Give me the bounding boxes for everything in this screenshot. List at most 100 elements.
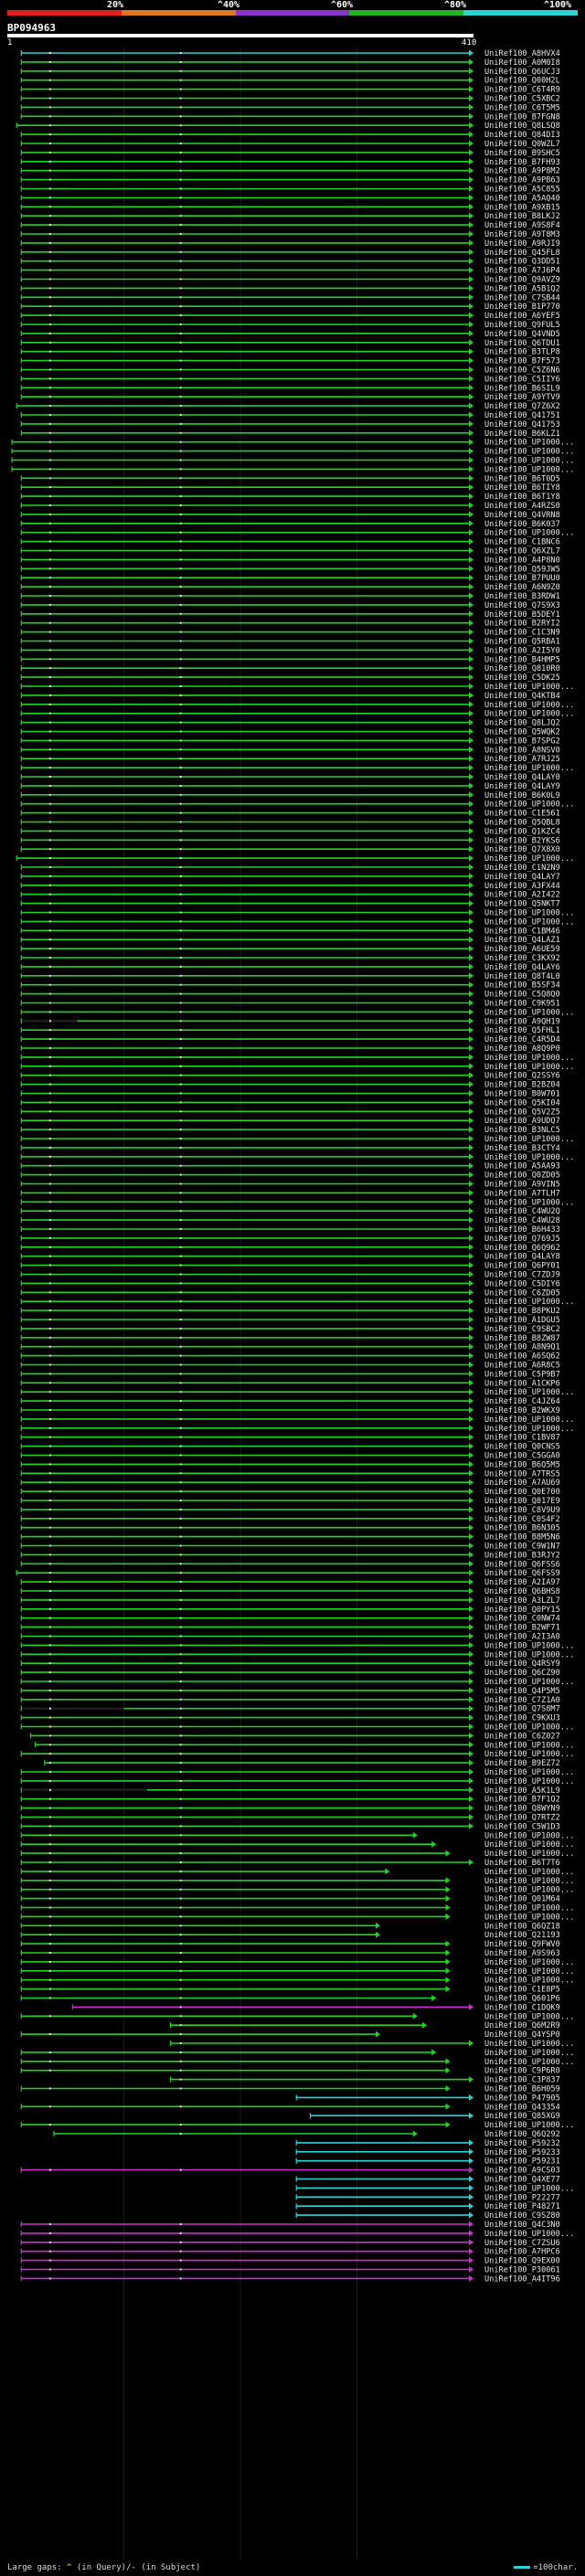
hit-row[interactable]: UniRef100_UP1000... <box>20 1153 574 1162</box>
hit-row[interactable]: UniRef100_C9K951 <box>20 1000 560 1009</box>
hit-label[interactable]: UniRef100_C6Z027 <box>484 1732 560 1741</box>
hit-label[interactable]: UniRef100_A2I5Y0 <box>484 646 560 655</box>
hit-row[interactable]: UniRef100_C9KXU3 <box>20 1714 560 1723</box>
hit-label[interactable]: UniRef100_A7AU69 <box>484 1479 560 1488</box>
hit-row[interactable]: UniRef100_P59232 <box>295 2139 560 2148</box>
hit-row[interactable]: UniRef100_C6Z027 <box>29 1732 560 1741</box>
hit-row[interactable]: UniRef100_A9UDQ7 <box>20 1117 560 1126</box>
hit-label[interactable]: UniRef100_Q5WQK2 <box>484 728 560 737</box>
hit-label[interactable]: UniRef100_Q5KI04 <box>484 1098 560 1108</box>
hit-row[interactable]: UniRef100_C5DK25 <box>20 673 560 683</box>
hit-row[interactable]: UniRef100_A9VIN5 <box>20 1181 560 1190</box>
hit-label[interactable]: UniRef100_C6T5M5 <box>484 103 560 112</box>
hit-row[interactable]: UniRef100_B3RJY2 <box>20 1551 560 1560</box>
hit-row[interactable]: UniRef100_Q4YSP0 <box>20 2030 560 2040</box>
hit-label[interactable]: UniRef100_Q00H2L <box>484 77 560 86</box>
hit-row[interactable]: UniRef100_C1DQK9 <box>71 2003 560 2012</box>
hit-row[interactable]: UniRef100_C7SB44 <box>20 293 560 302</box>
hit-row[interactable]: UniRef100_Q7RTZ2 <box>20 1814 560 1823</box>
hit-row[interactable]: UniRef100_A4IT96 <box>20 2274 560 2284</box>
hit-label[interactable]: UniRef100_B2WKX9 <box>484 1406 560 1415</box>
hit-row[interactable]: UniRef100_P59231 <box>295 2157 560 2167</box>
hit-label[interactable]: UniRef100_B2BZ04 <box>484 1081 560 1090</box>
hit-label[interactable]: UniRef100_UP1000... <box>484 2121 574 2130</box>
hit-row[interactable]: UniRef100_A5K1L9 <box>20 1786 560 1796</box>
hit-row[interactable]: UniRef100_C7Z1A0 <box>20 1696 560 1705</box>
hit-label[interactable]: UniRef100_Q4LAY0 <box>484 773 560 782</box>
hit-row[interactable]: UniRef100_B3RDW1 <box>20 592 560 601</box>
hit-row[interactable]: UniRef100_Q7S9X3 <box>20 601 560 610</box>
hit-label[interactable]: UniRef100_Q8LJQ2 <box>484 719 560 728</box>
hit-row[interactable]: UniRef100_A0M0I8 <box>20 58 560 68</box>
hit-row[interactable]: UniRef100_Q2SSY6 <box>20 1072 560 1081</box>
hit-label[interactable]: UniRef100_B8M5N6 <box>484 1533 560 1542</box>
hit-label[interactable]: UniRef100_A0M0I8 <box>484 58 560 68</box>
hit-label[interactable]: UniRef100_Q769J5 <box>484 1235 560 1244</box>
hit-label[interactable]: UniRef100_UP1000... <box>484 1678 574 1687</box>
hit-label[interactable]: UniRef100_A1DGU5 <box>484 1316 560 1325</box>
hit-row[interactable]: UniRef100_UP1000... <box>20 1913 574 1922</box>
hit-label[interactable]: UniRef100_Q9EX00 <box>484 2257 560 2266</box>
hit-label[interactable]: UniRef100_UP1000... <box>484 2040 574 2049</box>
hit-row[interactable]: UniRef100_UP1000... <box>20 1008 574 1017</box>
hit-label[interactable]: UniRef100_B3RJY2 <box>484 1551 560 1560</box>
hit-row[interactable]: UniRef100_UP1000... <box>20 1641 574 1650</box>
hit-row[interactable]: UniRef100_A9S963 <box>20 1949 560 1958</box>
hit-label[interactable]: UniRef100_Q6TDU1 <box>484 339 560 348</box>
hit-label[interactable]: UniRef100_UP1000... <box>484 1850 574 1859</box>
hit-row[interactable]: UniRef100_UP1000... <box>20 1135 574 1144</box>
hit-row[interactable]: UniRef100_Q6CZ90 <box>20 1669 560 1678</box>
hit-label[interactable]: UniRef100_B6K037 <box>484 520 560 529</box>
hit-label[interactable]: UniRef100_A9P8M2 <box>484 167 560 176</box>
hit-label[interactable]: UniRef100_P48271 <box>484 2202 560 2211</box>
hit-row[interactable]: UniRef100_Q6FSS9 <box>16 1569 560 1578</box>
hit-label[interactable]: UniRef100_A9T8M3 <box>484 230 560 239</box>
hit-row[interactable]: UniRef100_C1BV87 <box>20 1434 560 1443</box>
hit-row[interactable]: UniRef100_A9QH19 <box>20 1017 560 1026</box>
hit-label[interactable]: UniRef100_A7TLH7 <box>484 1189 560 1198</box>
hit-row[interactable]: UniRef100_Q9FWV0 <box>20 1940 560 1949</box>
hit-row[interactable]: UniRef100_UP1000... <box>20 1904 574 1913</box>
hit-row[interactable]: UniRef100_B4HMP5 <box>20 655 560 664</box>
hit-label[interactable]: UniRef100_C9SBC2 <box>484 1325 560 1334</box>
hit-label[interactable]: UniRef100_Q6UCJ3 <box>484 68 560 77</box>
hit-label[interactable]: UniRef100_Q4LAY7 <box>484 873 560 882</box>
hit-row[interactable]: UniRef100_UP1000... <box>11 465 574 474</box>
hit-label[interactable]: UniRef100_B9EZ72 <box>484 1759 560 1768</box>
hit-row[interactable]: UniRef100_Q4C3N0 <box>20 2221 560 2230</box>
hit-row[interactable]: UniRef100_Q7X8X0 <box>20 845 560 854</box>
hit-row[interactable]: UniRef100_Q4LAY6 <box>20 963 560 972</box>
hit-label[interactable]: UniRef100_Q4XE77 <box>484 2176 560 2185</box>
hit-label[interactable]: UniRef100_C9P6R0 <box>484 2067 560 2076</box>
hit-label[interactable]: UniRef100_UP1000... <box>484 1198 574 1207</box>
hit-label[interactable]: UniRef100_A5AA93 <box>484 1162 560 1171</box>
hit-row[interactable]: UniRef100_UP1000... <box>16 854 574 864</box>
hit-label[interactable]: UniRef100_C1C3N9 <box>484 629 560 638</box>
hit-label[interactable]: UniRef100_Q2SSY6 <box>484 1072 560 1081</box>
hit-label[interactable]: UniRef100_Q8LSQ8 <box>484 122 560 131</box>
hit-row[interactable]: UniRef100_UP1000... <box>20 1750 574 1759</box>
hit-row[interactable]: UniRef100_B7PUU0 <box>20 574 560 583</box>
hit-row[interactable]: UniRef100_A9PB63 <box>20 176 560 186</box>
hit-row[interactable]: UniRef100_Q8LSQ8 <box>16 122 560 131</box>
hit-label[interactable]: UniRef100_P47905 <box>484 2094 560 2103</box>
hit-row[interactable]: UniRef100_C5Z6N6 <box>20 366 560 376</box>
hit-row[interactable]: UniRef100_Q4LAY0 <box>20 773 560 782</box>
hit-row[interactable]: UniRef100_C5IIY6 <box>20 375 560 384</box>
hit-row[interactable]: UniRef100_C1E8P5 <box>20 1986 560 1995</box>
hit-label[interactable]: UniRef100_UP1000... <box>484 2058 574 2067</box>
hit-label[interactable]: UniRef100_UP1000... <box>484 683 574 692</box>
hit-row[interactable]: UniRef100_C3P837 <box>169 2076 560 2085</box>
hit-label[interactable]: UniRef100_C6T4R9 <box>484 86 560 95</box>
hit-label[interactable]: UniRef100_A3LZL7 <box>484 1596 560 1606</box>
hit-label[interactable]: UniRef100_B2YKS6 <box>484 836 560 845</box>
hit-label[interactable]: UniRef100_C9W1N7 <box>484 1542 560 1552</box>
hit-label[interactable]: UniRef100_P59233 <box>484 2148 560 2157</box>
hit-row[interactable]: UniRef100_A7HPC6 <box>20 2248 560 2257</box>
hit-row[interactable]: UniRef100_B2RYI2 <box>20 620 560 629</box>
hit-label[interactable]: UniRef100_C0NW74 <box>484 1615 560 1624</box>
hit-label[interactable]: UniRef100_C7ZSU6 <box>484 2239 560 2248</box>
hit-row[interactable]: UniRef100_UP1000... <box>20 1650 574 1659</box>
hit-label[interactable]: UniRef100_B6T1Y8 <box>484 493 560 502</box>
hit-label[interactable]: UniRef100_C5GGA0 <box>484 1452 560 1461</box>
